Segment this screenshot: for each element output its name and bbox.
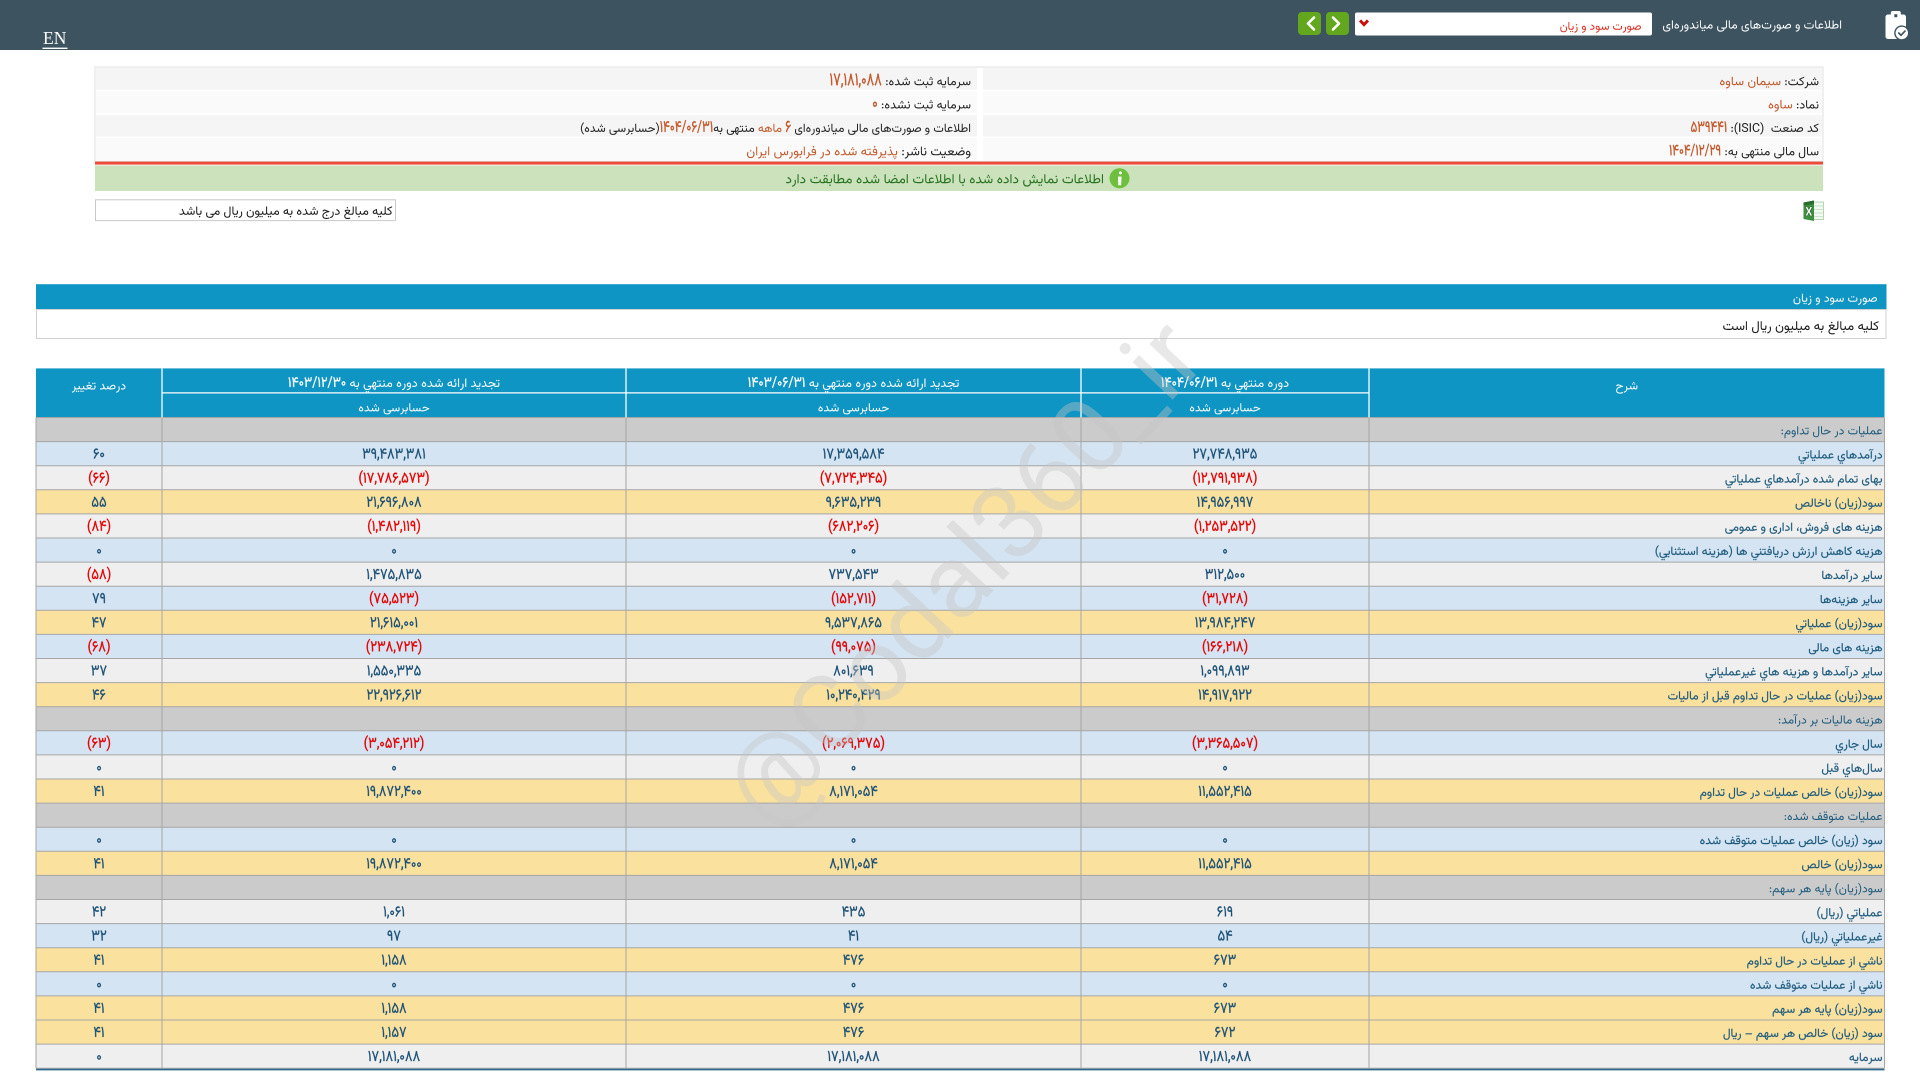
svg-text:EN: EN [43, 28, 67, 48]
